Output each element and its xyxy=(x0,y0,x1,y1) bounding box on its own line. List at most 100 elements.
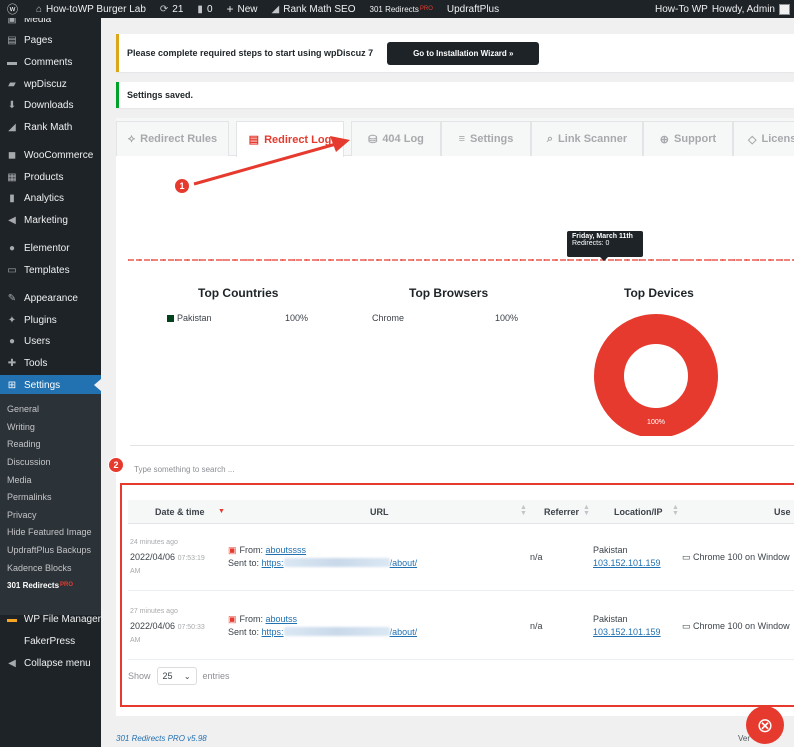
sidebar-item-tools[interactable]: ✚ Tools xyxy=(0,353,101,373)
sidebar-item-comments[interactable]: ▬ Comments xyxy=(0,52,101,72)
sidebar-item-wp-file-manager[interactable]: ▬ WP File Manager xyxy=(0,609,101,629)
updraftplus-link[interactable]: UpdraftPlus xyxy=(440,0,506,18)
tab-license[interactable]: ◇ Licens xyxy=(733,121,794,156)
chart-point[interactable] xyxy=(353,259,355,261)
tab-support[interactable]: ⊕ Support xyxy=(643,121,733,156)
sort-referrer-icon[interactable]: ▲ ▼ xyxy=(583,504,590,517)
from-url-link[interactable]: aboutss xyxy=(266,614,298,624)
sort-location-icon[interactable]: ▲ ▼ xyxy=(672,504,679,517)
sidebar-item-rankmath[interactable]: ◢ Rank Math xyxy=(0,117,101,137)
chart-point[interactable] xyxy=(769,259,772,261)
chart-point[interactable] xyxy=(365,259,367,261)
sidebar-item-settings[interactable]: ⊞ Settings xyxy=(0,375,101,395)
chart-point[interactable] xyxy=(412,259,415,261)
redirects-link[interactable]: 301 Redirects PRO xyxy=(363,0,440,18)
chart-point[interactable] xyxy=(567,259,569,261)
chart-point[interactable] xyxy=(495,259,498,261)
ip-link[interactable]: 103.152.101.159 xyxy=(593,627,661,637)
help-button[interactable]: ⊗ xyxy=(746,706,784,744)
chart-point[interactable] xyxy=(472,259,474,261)
submenu-hide-featured-image[interactable]: Hide Featured Image xyxy=(0,524,101,540)
howdy-account-link[interactable]: Howdy, Admin xyxy=(711,0,790,18)
chart-point[interactable] xyxy=(174,259,177,261)
chart-point[interactable] xyxy=(650,259,653,261)
chart-point[interactable] xyxy=(222,259,224,261)
log-search-input[interactable] xyxy=(128,459,528,479)
chart-point[interactable] xyxy=(424,259,427,261)
chart-point[interactable] xyxy=(686,259,688,261)
chart-point[interactable] xyxy=(531,259,534,261)
chart-point[interactable] xyxy=(674,259,676,261)
submenu-301-redirects[interactable]: 301 Redirects PRO xyxy=(0,577,101,593)
new-content-link[interactable]: + New xyxy=(220,0,265,18)
chart-point[interactable] xyxy=(590,259,593,261)
chart-point[interactable] xyxy=(400,259,403,261)
column-date-time[interactable]: Date & time xyxy=(155,500,205,524)
chart-point[interactable] xyxy=(139,259,141,261)
chart-point[interactable] xyxy=(128,259,129,261)
chart-point[interactable] xyxy=(507,259,510,261)
column-user[interactable]: Use xyxy=(774,500,791,524)
chart-point[interactable] xyxy=(281,259,284,261)
chart-point[interactable] xyxy=(317,259,320,261)
submenu-reading[interactable]: Reading xyxy=(0,436,101,452)
tab-404-log[interactable]: ⛁ 404 Log xyxy=(351,121,441,156)
sent-to-url-link[interactable]: https:/about/ xyxy=(262,558,417,568)
chart-point[interactable] xyxy=(638,259,641,261)
column-location-ip[interactable]: Location/IP xyxy=(614,500,663,524)
sidebar-item-analytics[interactable]: ▮ Analytics xyxy=(0,188,101,208)
chart-point[interactable] xyxy=(329,259,332,261)
sidebar-item-templates[interactable]: ▭ Templates xyxy=(0,260,101,280)
chart-point[interactable] xyxy=(246,259,248,261)
chart-point[interactable] xyxy=(186,259,189,261)
sidebar-item-products[interactable]: ▦ Products xyxy=(0,167,101,187)
chart-point[interactable] xyxy=(305,259,308,261)
page-length-select[interactable]: 25 ⌄ xyxy=(156,667,197,685)
updates-link[interactable]: ⟳ 21 xyxy=(153,0,191,18)
column-referrer[interactable]: Referrer xyxy=(544,500,579,524)
submenu-discussion[interactable]: Discussion xyxy=(0,454,101,470)
collapse-menu-button[interactable]: ◀ Collapse menu xyxy=(0,653,101,673)
chart-point[interactable] xyxy=(662,259,665,261)
submenu-writing[interactable]: Writing xyxy=(0,419,101,435)
chart-point[interactable] xyxy=(234,259,236,261)
chart-point[interactable] xyxy=(709,259,712,261)
chart-point[interactable] xyxy=(721,259,724,261)
chart-point[interactable] xyxy=(781,259,783,261)
wordpress-logo-button[interactable]: ⓦ xyxy=(0,0,29,18)
sidebar-item-wpdiscuz[interactable]: ▰ wpDiscuz xyxy=(0,74,101,94)
chart-point[interactable] xyxy=(460,259,462,261)
submenu-updraftplus-backups[interactable]: UpdraftPlus Backups xyxy=(0,542,101,558)
site-name-link[interactable]: ⌂ How-toWP Burger Lab xyxy=(29,0,153,18)
chart-point[interactable] xyxy=(269,259,272,261)
submenu-general[interactable]: General xyxy=(0,401,101,417)
chart-point[interactable] xyxy=(150,259,153,261)
chart-point[interactable] xyxy=(388,259,391,261)
chart-point[interactable] xyxy=(626,259,629,261)
sidebar-item-users[interactable]: ● Users xyxy=(0,331,101,351)
sort-desc-icon[interactable]: ▼ xyxy=(218,508,225,515)
sidebar-item-pages[interactable]: ▤ Pages xyxy=(0,30,101,50)
chart-point[interactable] xyxy=(698,259,700,261)
chart-point[interactable] xyxy=(293,259,296,261)
sidebar-item-fakerpress[interactable]: FakerPress xyxy=(0,631,101,651)
chart-point[interactable] xyxy=(543,259,546,261)
chart-point[interactable] xyxy=(198,259,201,261)
chart-point[interactable] xyxy=(448,259,450,261)
tab-link-scanner[interactable]: ⌕ Link Scanner xyxy=(531,121,643,156)
column-url[interactable]: URL xyxy=(370,500,389,524)
chart-point[interactable] xyxy=(757,259,760,261)
chart-point[interactable] xyxy=(162,259,165,261)
submenu-media[interactable]: Media xyxy=(0,472,101,488)
sidebar-item-marketing[interactable]: ◀ Marketing xyxy=(0,210,101,230)
chart-point[interactable] xyxy=(614,259,617,261)
chart-point[interactable] xyxy=(745,259,748,261)
chart-point[interactable] xyxy=(257,259,260,261)
sent-to-url-link[interactable]: https:/about/ xyxy=(262,627,417,637)
ip-link[interactable]: 103.152.101.159 xyxy=(593,558,661,568)
chart-point[interactable] xyxy=(210,259,213,261)
sidebar-item-woocommerce[interactable]: ◼ WooCommerce xyxy=(0,145,101,165)
chart-point[interactable] xyxy=(376,259,379,261)
comments-link[interactable]: ▮ 0 xyxy=(190,0,219,18)
chart-point[interactable] xyxy=(555,259,557,261)
